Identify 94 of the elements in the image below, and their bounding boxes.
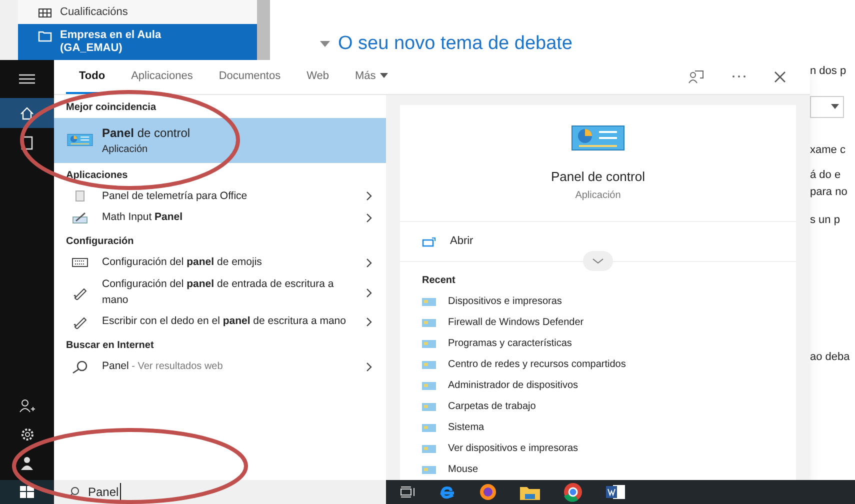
section-heading: Configuración	[65, 235, 135, 249]
close-icon[interactable]	[774, 70, 786, 83]
body-text: n dos p	[810, 64, 848, 79]
folder-icon[interactable]	[520, 484, 540, 500]
open-window-icon	[422, 236, 436, 246]
result-title: Configuración del panel de entrada de escritura a mano	[102, 276, 335, 308]
home-button[interactable]	[0, 98, 54, 128]
settings-icon[interactable]	[20, 427, 34, 442]
chevron-right-icon	[366, 213, 372, 224]
pen-icon	[73, 315, 87, 330]
recent-item[interactable]: Administrador de dispositivos	[400, 375, 796, 396]
document-icon[interactable]	[21, 136, 33, 150]
result-title: Panel de telemetría para Office	[102, 188, 248, 204]
fox-browser-icon[interactable]	[478, 483, 498, 501]
app-title: Panel de control	[551, 168, 645, 186]
result-title: Math Input Panel	[102, 210, 184, 226]
section-heading: Recent	[421, 274, 456, 288]
result-item[interactable]: Escribir con el dedo en el panel de escritura a mano	[54, 311, 386, 333]
user-icon[interactable]	[20, 456, 34, 470]
control-panel-icon	[422, 444, 436, 452]
recent-item[interactable]: Ver dispositivos e impresoras	[400, 438, 796, 459]
recent-item[interactable]: Centro de redes y recursos compartidos	[400, 354, 796, 375]
recent-item[interactable]: Programas y características	[400, 333, 796, 354]
result-subtitle: Aplicación	[102, 142, 149, 156]
keyboard-icon	[72, 258, 88, 268]
control-panel-icon	[422, 382, 436, 390]
more-options-icon[interactable]	[732, 75, 746, 78]
chevron-right-icon	[366, 258, 372, 268]
body-text: para no	[810, 184, 848, 200]
result-item[interactable]: Math Input Panel	[54, 207, 386, 229]
feedback-icon[interactable]	[688, 70, 704, 84]
search-tab[interactable]: Web	[294, 60, 342, 94]
user-add-icon[interactable]	[19, 399, 35, 413]
search-input[interactable]: Panel	[88, 483, 121, 501]
result-title: Panel - Ver resultados web	[102, 359, 224, 374]
control-panel-icon	[422, 424, 436, 432]
control-panel-icon	[422, 402, 436, 410]
caret-down-icon	[831, 104, 839, 109]
result-title: Escribir con el dedo en el panel de escritura a mano	[102, 314, 347, 330]
windows-logo-icon	[20, 486, 34, 498]
body-text: s un p	[810, 213, 841, 228]
section-heading: Aplicaciones	[65, 168, 129, 182]
document-icon	[75, 190, 85, 202]
chevron-right-icon	[366, 288, 372, 298]
topic-heading: O seu novo tema de debate	[338, 32, 572, 56]
recent-item[interactable]: Firewall de Windows Defender	[400, 312, 796, 333]
task-view-icon[interactable]	[400, 486, 416, 498]
control-panel-icon	[422, 360, 436, 368]
chevron-right-icon	[366, 362, 372, 372]
search-tab[interactable]: Más	[342, 60, 401, 94]
recent-item[interactable]: Mouse	[400, 459, 796, 480]
start-button[interactable]	[0, 480, 54, 504]
control-panel-icon	[67, 133, 93, 147]
result-item[interactable]: Panel de telemetría para Office	[54, 186, 386, 208]
section-heading: Buscar en Internet	[65, 339, 155, 353]
caret-down-icon	[380, 73, 388, 78]
result-title: Panel de control	[102, 124, 192, 142]
home-icon	[20, 106, 34, 120]
result-item[interactable]: Panel - Ver resultados web	[54, 356, 386, 378]
round-browser-icon[interactable]	[562, 482, 584, 502]
browser-e-icon[interactable]	[438, 484, 456, 500]
chevron-right-icon	[366, 317, 372, 328]
pen-icon	[73, 286, 87, 300]
dropdown-field[interactable]	[810, 96, 844, 118]
recent-item[interactable]: Sistema	[400, 417, 796, 438]
result-title: Configuración del panel de emojis	[102, 255, 263, 270]
chevron-down-icon	[592, 258, 604, 264]
search-icon	[68, 486, 80, 498]
control-panel-icon	[422, 340, 436, 348]
pen-on-pad-icon	[72, 212, 88, 224]
recent-item[interactable]: Dispositivos e impresoras	[400, 291, 796, 312]
sidebar-item[interactable]: Cualificacións	[18, 2, 257, 24]
result-item[interactable]: Configuración del panel de entrada de escritura a mano	[54, 274, 386, 312]
body-text: ao deba	[810, 350, 851, 364]
search-tab[interactable]: Todo	[66, 60, 118, 94]
chevron-right-icon	[366, 191, 372, 202]
menu-icon[interactable]	[19, 74, 35, 84]
folder-icon	[38, 30, 52, 42]
result-item[interactable]: Configuración del panel de emojis	[54, 252, 386, 274]
body-text: á do e	[810, 168, 842, 183]
result-item[interactable]: Panel de control Aplicación	[54, 118, 386, 162]
search-icon	[72, 360, 88, 374]
control-panel-icon	[422, 466, 436, 474]
control-panel-icon	[422, 298, 436, 306]
body-text: xame c	[810, 142, 846, 158]
word-document-icon[interactable]	[606, 484, 626, 500]
recent-item[interactable]: Carpetas de trabajo	[400, 396, 796, 417]
control-panel-icon	[571, 124, 625, 150]
search-box[interactable]: Panel	[54, 480, 386, 504]
app-subtitle: Aplicación	[575, 189, 621, 203]
section-heading: Mejor coincidencia	[65, 100, 158, 114]
caret-down-icon	[320, 41, 330, 48]
control-panel-icon	[422, 318, 436, 326]
grid-icon	[38, 7, 52, 19]
